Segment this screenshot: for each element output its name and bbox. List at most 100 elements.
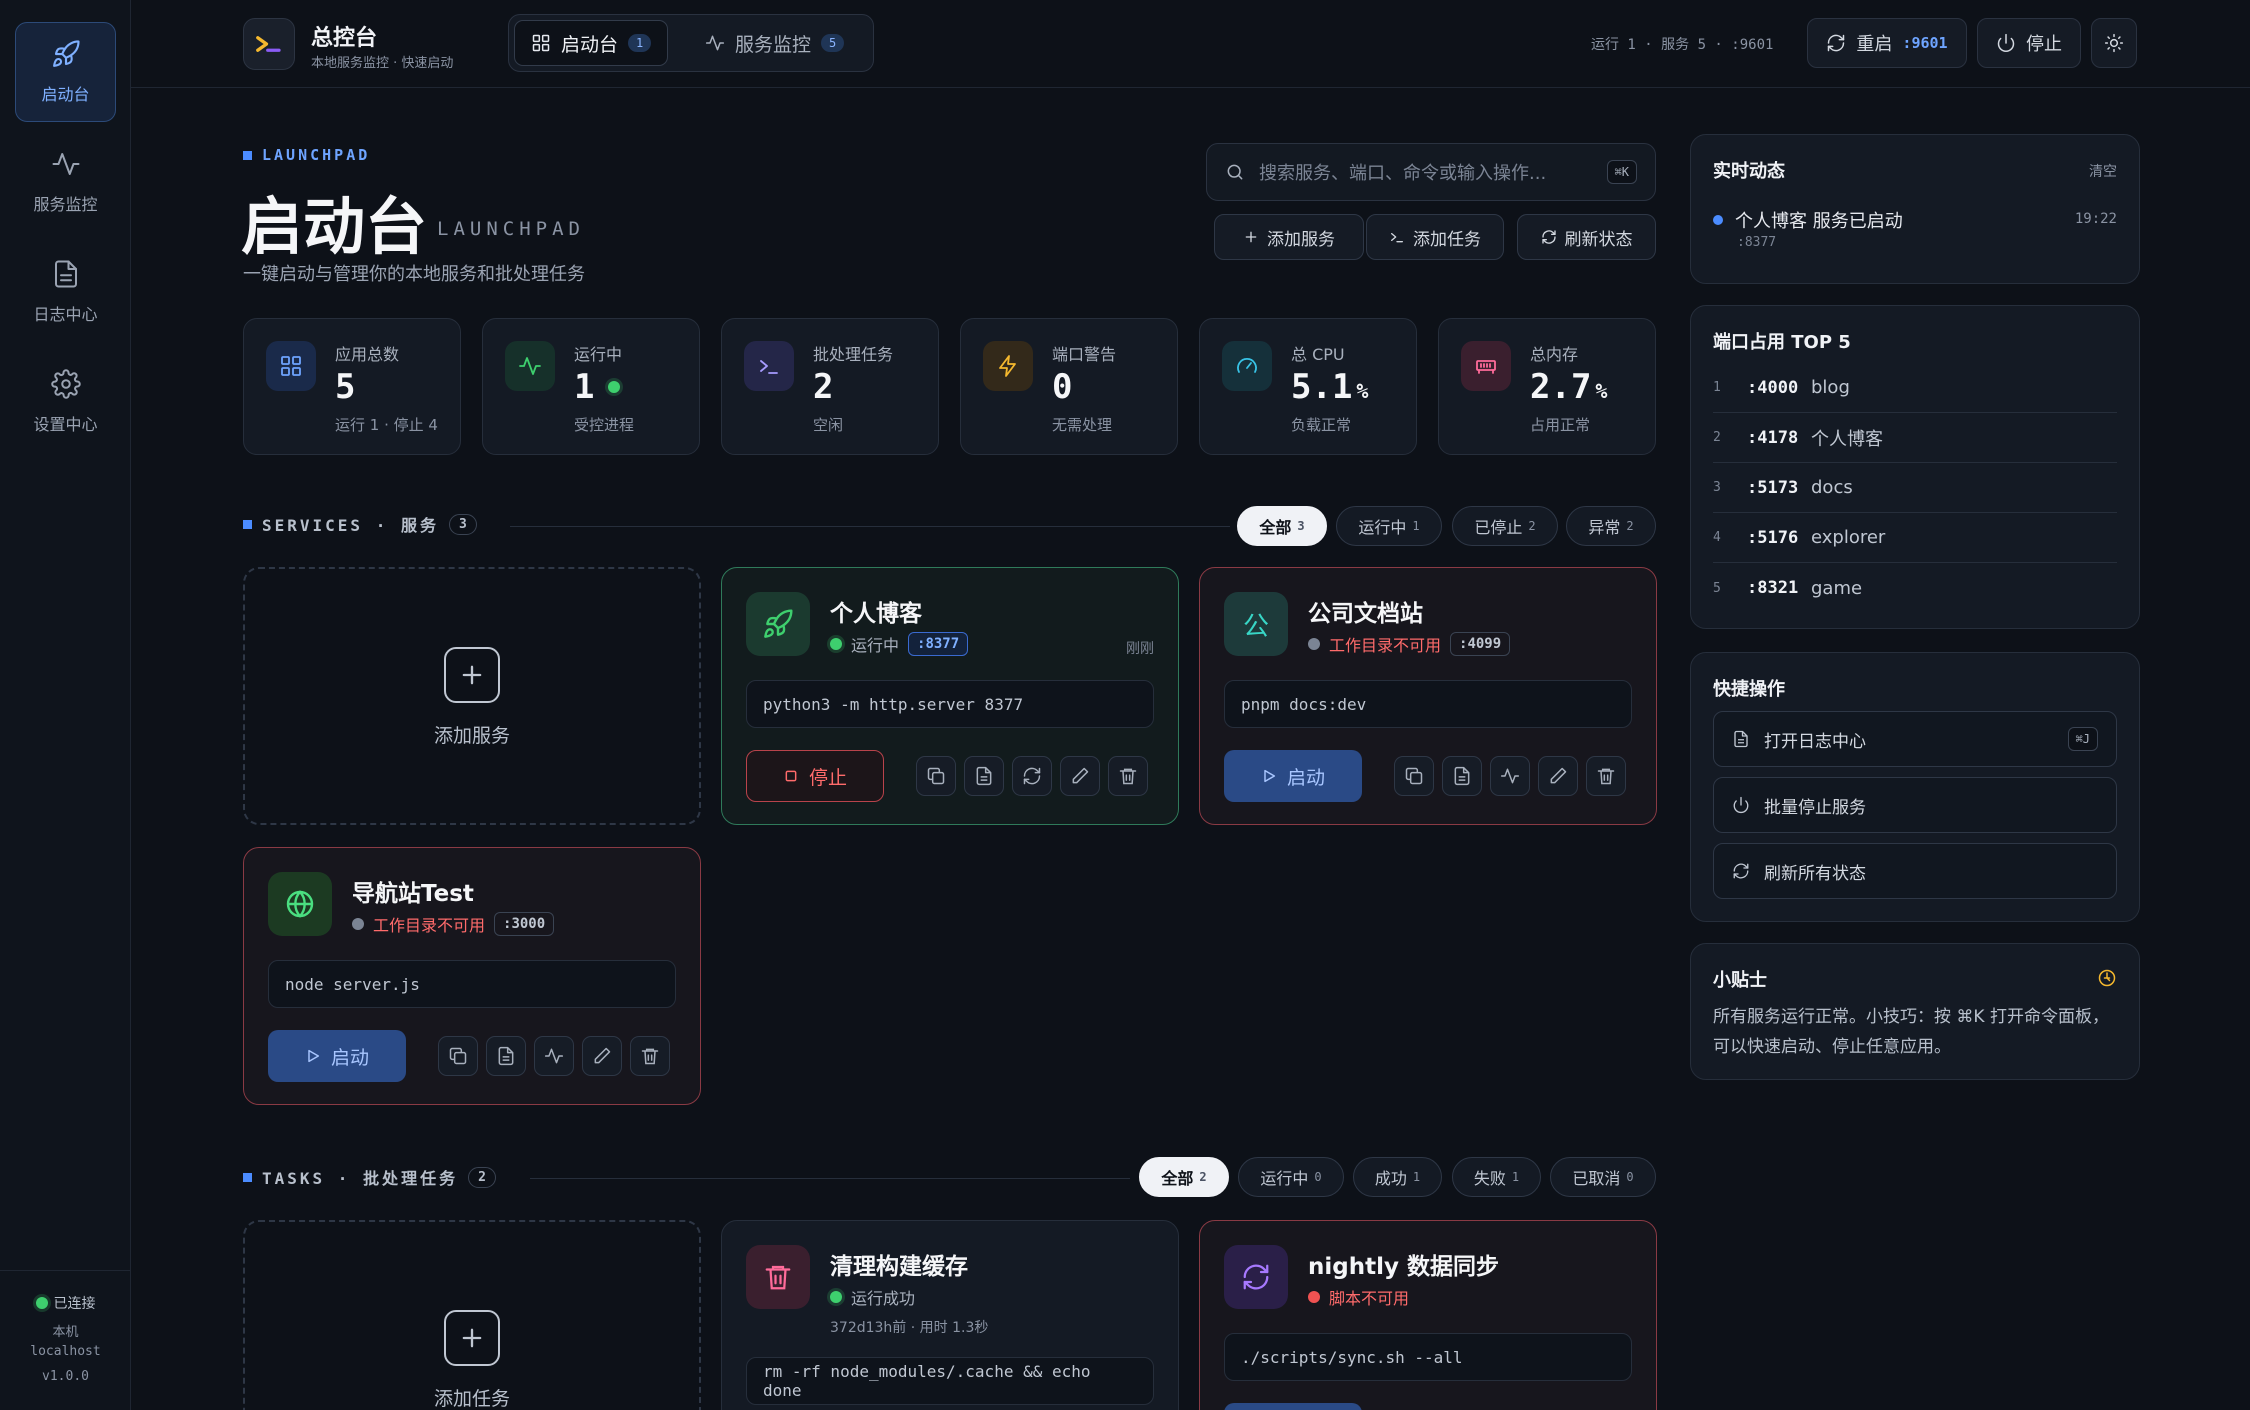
sidebar-item-label: 服务监控: [33, 195, 98, 214]
sidebar-item-monitor[interactable]: 服务监控: [15, 132, 116, 232]
delete-button[interactable]: [1586, 756, 1626, 796]
batch-stop-button[interactable]: 批量停止服务: [1713, 777, 2117, 833]
sidebar-item-launchpad[interactable]: 启动台: [15, 22, 116, 122]
port-row[interactable]: 3:5173 docs: [1713, 463, 2117, 513]
stat-unit: %: [1595, 379, 1608, 403]
sidebar-item-logs[interactable]: 日志中心: [15, 242, 116, 342]
run-button[interactable]: [1224, 1403, 1362, 1410]
search-input[interactable]: 搜索服务、端口、命令或输入操作... ⌘K: [1206, 143, 1656, 201]
logs-button[interactable]: [1442, 756, 1482, 796]
stat-label: 端口警告: [1052, 345, 1117, 364]
status-dot: [352, 918, 364, 930]
port-row[interactable]: 5:8321 game: [1713, 563, 2117, 613]
status-dot: [830, 1291, 842, 1303]
action-label: 添加服务: [1267, 229, 1335, 250]
plus-icon: [444, 647, 500, 703]
stat-number: 2: [813, 367, 834, 407]
clear-button[interactable]: 清空: [2089, 161, 2117, 181]
task-filter-failed[interactable]: 失败 1: [1452, 1157, 1541, 1197]
filter-stopped[interactable]: 已停止 2: [1452, 506, 1558, 546]
port-badge[interactable]: :3000: [494, 912, 555, 936]
stat-number: 5: [335, 367, 356, 407]
logs-button[interactable]: [486, 1036, 526, 1076]
rank: 3: [1713, 480, 1721, 495]
restart-button[interactable]: 重启 :9601: [1807, 18, 1967, 68]
service-name: 公司文档站: [1308, 601, 1423, 627]
task-filter-cancelled[interactable]: 已取消 0: [1550, 1157, 1656, 1197]
tab-monitor[interactable]: 服务监控 5: [689, 20, 860, 66]
globe-icon: [268, 872, 332, 936]
tab-launchpad[interactable]: 启动台 1: [514, 20, 669, 66]
copy-button[interactable]: [1394, 756, 1434, 796]
start-button[interactable]: 启动: [1224, 750, 1362, 802]
icon-glyph: 公: [1242, 611, 1269, 642]
status-text: 工作目录不可用: [1329, 636, 1442, 655]
service-tools: [438, 1036, 670, 1076]
gauge-icon: [1222, 341, 1272, 391]
service-command: pnpm docs:dev: [1224, 680, 1632, 728]
page-title-en: LAUNCHPAD: [437, 218, 585, 240]
refresh-icon: [1541, 230, 1556, 244]
filter-running[interactable]: 运行中 1: [1336, 506, 1442, 546]
stop-all-button[interactable]: 停止: [1977, 18, 2081, 68]
stop-button[interactable]: 停止: [746, 750, 884, 802]
edit-button[interactable]: [1060, 756, 1100, 796]
filter-all[interactable]: 全部 3: [1237, 506, 1327, 546]
port-badge[interactable]: :4099: [1450, 632, 1511, 656]
add-task-button[interactable]: 添加任务: [1366, 214, 1504, 260]
edit-button[interactable]: [1538, 756, 1578, 796]
service-status: 工作目录不可用:3000: [352, 912, 555, 936]
add-task-card[interactable]: 添加任务: [243, 1220, 701, 1410]
rocket-icon: [52, 40, 80, 67]
play-icon: [308, 1049, 320, 1063]
task-filter-all[interactable]: 全部 2: [1139, 1157, 1229, 1197]
connection-label: 已连接: [53, 1296, 96, 1312]
port-badge[interactable]: :8377: [908, 632, 969, 656]
delete-button[interactable]: [1108, 756, 1148, 796]
grid-icon: [266, 341, 316, 391]
refresh-status-button[interactable]: 刷新状态: [1517, 214, 1656, 260]
delete-button[interactable]: [630, 1036, 670, 1076]
filter-count: 2: [1199, 1170, 1207, 1184]
refresh-all-button[interactable]: 刷新所有状态: [1713, 843, 2117, 899]
edit-button[interactable]: [582, 1036, 622, 1076]
copy-button[interactable]: [916, 756, 956, 796]
view-tabs: 启动台 1 服务监控 5: [508, 14, 874, 72]
copy-button[interactable]: [438, 1036, 478, 1076]
monitor-button[interactable]: [534, 1036, 574, 1076]
restart-service-button[interactable]: [1012, 756, 1052, 796]
port-row[interactable]: 4:5176 explorer: [1713, 513, 2117, 563]
bulb-icon: [2098, 969, 2116, 987]
refresh-icon: [1023, 767, 1041, 785]
file-icon: [54, 260, 77, 288]
sidebar-item-label: 启动台: [41, 85, 90, 104]
stat-label: 应用总数: [335, 345, 400, 364]
sun-icon: [2104, 33, 2124, 53]
live-feed-panel: 实时动态 清空 个人博客 服务已启动 :8377 19:22: [1690, 134, 2140, 284]
task-filter-running[interactable]: 运行中 0: [1238, 1157, 1344, 1197]
add-service-card[interactable]: 添加服务: [243, 567, 701, 825]
monitor-button[interactable]: [1490, 756, 1530, 796]
filter-error[interactable]: 异常 2: [1566, 506, 1656, 546]
trash-icon: [746, 1245, 810, 1309]
terminal-icon: [744, 341, 794, 391]
tab-count: 5: [821, 34, 845, 52]
action-label: 刷新状态: [1564, 229, 1633, 250]
filter-label: 全部: [1259, 518, 1292, 537]
port-row[interactable]: 2:4178 个人博客: [1713, 413, 2117, 463]
add-service-button[interactable]: 添加服务: [1214, 214, 1364, 260]
port: :8321: [1747, 578, 1799, 598]
open-logs-button[interactable]: 打开日志中心 ⌘J: [1713, 711, 2117, 767]
port-row[interactable]: 1:4000 blog: [1713, 363, 2117, 413]
stat-number: 0: [1052, 367, 1073, 407]
theme-toggle-button[interactable]: [2091, 18, 2137, 68]
sidebar-item-settings[interactable]: 设置中心: [15, 352, 116, 452]
start-button[interactable]: 启动: [268, 1030, 406, 1082]
sync-icon: [1224, 1245, 1288, 1309]
stat-sub: 运行 1 · 停止 4: [335, 416, 438, 434]
stat-card-apps: 应用总数 5 运行 1 · 停止 4: [243, 318, 461, 455]
logs-button[interactable]: [964, 756, 1004, 796]
search-shortcut: ⌘K: [1606, 160, 1637, 184]
task-filter-success[interactable]: 成功 1: [1353, 1157, 1442, 1197]
section-title: TASKS · 批处理任务: [262, 1169, 459, 1188]
